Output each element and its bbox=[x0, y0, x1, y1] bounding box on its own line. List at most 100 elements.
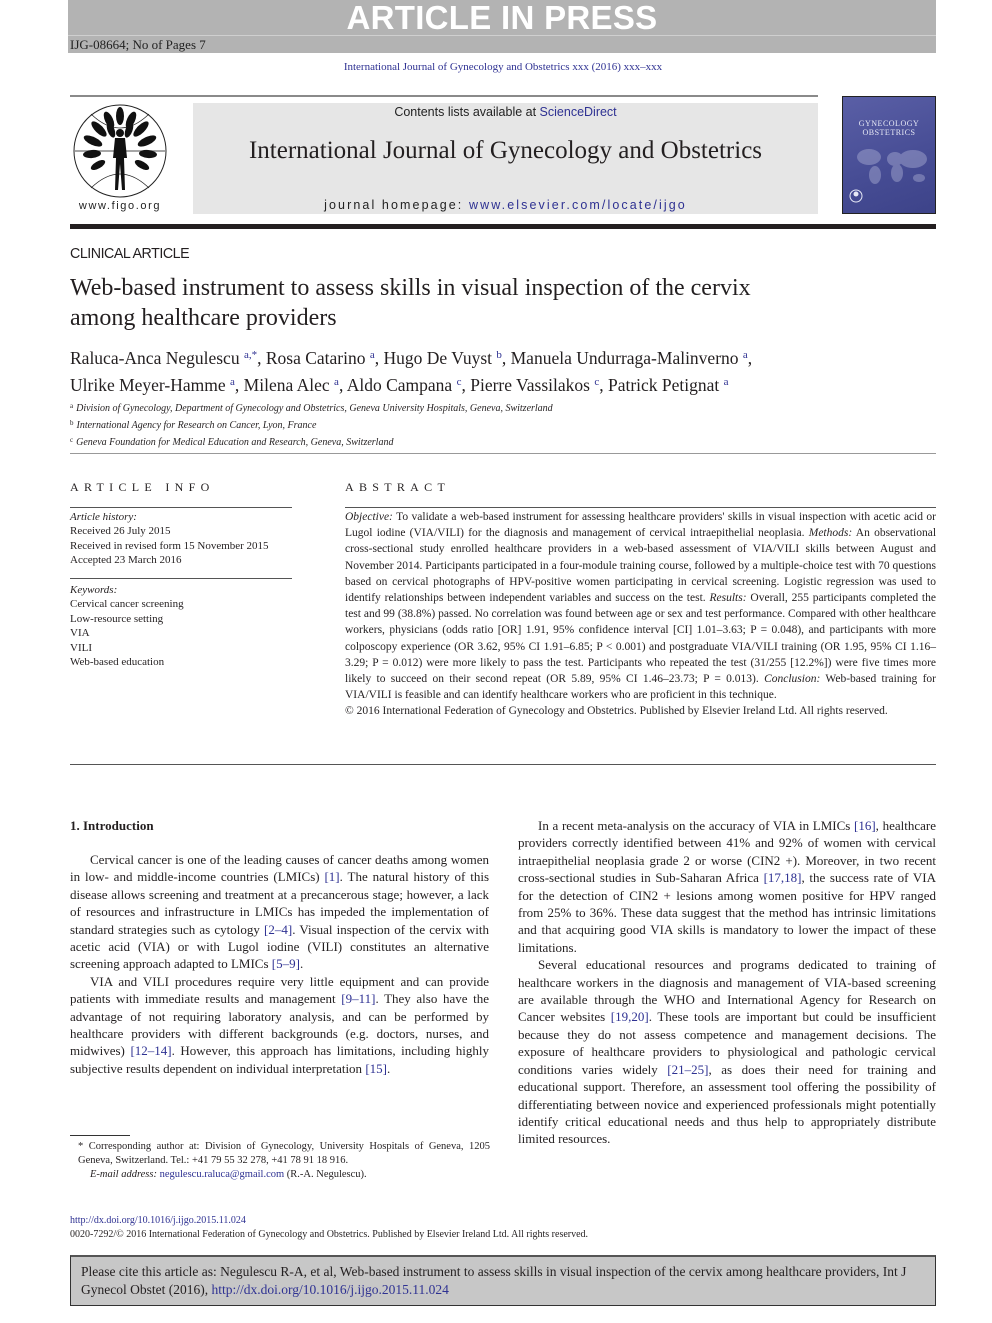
abstract-copyright: © 2016 International Federation of Gynec… bbox=[345, 705, 888, 718]
affiliation-text: Geneva Foundation for Medical Education … bbox=[76, 437, 394, 448]
keyword: Web-based education bbox=[70, 656, 165, 669]
article-title: Web-based instrument to assess skills in… bbox=[70, 273, 830, 333]
cover-title-line1: GYNECOLOGY bbox=[858, 119, 920, 128]
reference-link[interactable]: [17,18] bbox=[764, 870, 802, 885]
affiliation-mark[interactable]: a bbox=[370, 349, 375, 361]
results-text: Overall, 255 participants completed the … bbox=[345, 592, 936, 686]
footnote-rule bbox=[70, 1135, 130, 1136]
reference-link[interactable]: [2–4] bbox=[264, 922, 292, 937]
email-link[interactable]: negulescu.raluca@gmail.com bbox=[160, 1169, 285, 1180]
introduction-heading: 1. Introduction bbox=[70, 818, 154, 833]
homepage-prefix: journal homepage: bbox=[324, 198, 469, 212]
email-line: E-mail address: negulescu.raluca@gmail.c… bbox=[70, 1168, 490, 1182]
corresponding-author: * Corresponding author at: Division of G… bbox=[78, 1141, 490, 1166]
article-history-label: Article history: bbox=[70, 511, 137, 523]
article-history: Article history: Received 26 July 2015 R… bbox=[70, 510, 292, 568]
author-name[interactable]: Hugo De Vuyst bbox=[384, 348, 497, 368]
affiliation-mark[interactable]: a bbox=[724, 376, 729, 388]
history-accepted: Accepted 23 March 2016 bbox=[70, 554, 182, 567]
affiliation-mark[interactable]: a bbox=[230, 376, 235, 388]
reference-link[interactable]: [12–14] bbox=[130, 1043, 171, 1058]
header-rule bbox=[70, 95, 818, 97]
article-in-press-banner: ARTICLE IN PRESS bbox=[68, 0, 936, 36]
journal-cover-thumbnail: GYNECOLOGY OBSTETRICS bbox=[842, 96, 936, 214]
paragraph-text: . bbox=[299, 956, 304, 972]
history-revised: Received in revised form 15 November 201… bbox=[70, 539, 269, 552]
affiliation-mark: a bbox=[70, 402, 74, 410]
world-map-icon bbox=[857, 149, 927, 184]
title-line-2: among healthcare providers bbox=[70, 305, 337, 331]
affiliation-text: International Agency for Research on Can… bbox=[76, 420, 317, 431]
reference-link[interactable]: [5–9] bbox=[272, 956, 300, 971]
citation-text: Please cite this article as: Negulescu R… bbox=[81, 1264, 907, 1297]
keywords-label: Keywords: bbox=[70, 584, 118, 596]
doi-link[interactable]: http://dx.doi.org/10.1016/j.ijgo.2015.11… bbox=[70, 1215, 246, 1226]
affiliations: a Division of Gynecology, Department of G… bbox=[70, 399, 770, 450]
results-label: Results: bbox=[709, 592, 747, 605]
reference-link[interactable]: [1] bbox=[324, 869, 339, 884]
sciencedirect-link[interactable]: ScienceDirect bbox=[540, 105, 617, 119]
abstract-heading: ABSTRACT bbox=[345, 480, 451, 494]
cover-title: GYNECOLOGY OBSTETRICS bbox=[843, 119, 935, 137]
email-suffix: (R.-A. Negulescu). bbox=[284, 1169, 367, 1180]
paragraph: Cervical cancer is one of the leading ca… bbox=[70, 851, 489, 973]
reference-link[interactable]: [19,20] bbox=[611, 1009, 649, 1024]
paragraph: VIA and VILI procedures require very lit… bbox=[70, 973, 489, 1077]
body-column-left: Cervical cancer is one of the leading ca… bbox=[70, 851, 489, 1077]
journal-header-box: Contents lists available at ScienceDirec… bbox=[193, 103, 818, 214]
author-name[interactable]: Rosa Catarino bbox=[266, 348, 370, 368]
abstract-text: Objective: To validate a web-based instr… bbox=[345, 509, 936, 720]
contents-prefix: Contents lists available at bbox=[394, 105, 540, 119]
affiliation-mark[interactable]: c bbox=[457, 376, 462, 388]
affiliation-mark[interactable]: a,* bbox=[244, 349, 257, 361]
abstract-end-rule bbox=[70, 764, 936, 765]
affiliation-mark[interactable]: b bbox=[496, 349, 502, 361]
author-name[interactable]: Raluca-Anca Negulescu bbox=[70, 348, 244, 368]
citation-box: Please cite this article as: Negulescu R… bbox=[70, 1255, 936, 1306]
keywords: Keywords: Cervical cancer screening Low-… bbox=[70, 583, 292, 669]
figo-logo bbox=[70, 102, 170, 214]
affiliation-mark[interactable]: c bbox=[594, 376, 599, 388]
figo-cover-logo-icon bbox=[849, 189, 863, 203]
author-name[interactable]: Patrick Petignat bbox=[608, 375, 724, 395]
manuscript-id: IJG-08664; No of Pages 7 bbox=[68, 35, 936, 53]
reference-link[interactable]: [15] bbox=[365, 1061, 387, 1076]
figo-tree-person-icon bbox=[73, 104, 167, 198]
affiliation-mark: c bbox=[70, 436, 74, 444]
author-name[interactable]: Ulrike Meyer-Hamme bbox=[70, 375, 230, 395]
journal-homepage: journal homepage: www.elsevier.com/locat… bbox=[193, 198, 818, 212]
section-divider bbox=[70, 453, 936, 454]
affiliation-text: Division of Gynecology, Department of Gy… bbox=[76, 403, 553, 414]
figo-url[interactable]: www.figo.org bbox=[70, 200, 170, 212]
reference-link[interactable]: [21–25] bbox=[667, 1062, 708, 1077]
reference-link[interactable]: [9–11] bbox=[341, 991, 375, 1006]
citation-doi-link[interactable]: http://dx.doi.org/10.1016/j.ijgo.2015.11… bbox=[211, 1282, 448, 1297]
contents-line: Contents lists available at ScienceDirec… bbox=[193, 105, 818, 119]
affiliation: c Geneva Foundation for Medical Education… bbox=[70, 433, 770, 450]
objective-label: Objective: bbox=[345, 511, 393, 523]
author-name[interactable]: Aldo Campana bbox=[347, 375, 457, 395]
keywords-rule bbox=[70, 578, 292, 579]
issn-copyright: 0020-7292/© 2016 International Federatio… bbox=[70, 1229, 589, 1240]
affiliation: a Division of Gynecology, Department of G… bbox=[70, 399, 770, 416]
affiliation-mark[interactable]: a bbox=[743, 349, 748, 361]
history-received: Received 26 July 2015 bbox=[70, 525, 171, 538]
affiliation-mark[interactable]: a bbox=[334, 376, 339, 388]
paragraph: Several educational resources and progra… bbox=[518, 956, 936, 1147]
author-name[interactable]: Manuela Undurraga-Malinverno bbox=[511, 348, 743, 368]
homepage-link[interactable]: www.elsevier.com/locate/ijgo bbox=[469, 198, 687, 212]
keyword: Cervical cancer screening bbox=[70, 598, 184, 611]
paragraph-text: In a recent meta-analysis on the accurac… bbox=[538, 818, 854, 833]
body-column-right: In a recent meta-analysis on the accurac… bbox=[518, 817, 936, 1148]
email-label: E-mail address: bbox=[90, 1169, 160, 1180]
author-name[interactable]: Milena Alec bbox=[244, 375, 334, 395]
author-list: Raluca-Anca Negulescu a,*, Rosa Catarino… bbox=[70, 348, 753, 395]
methods-label: Methods: bbox=[808, 527, 853, 540]
affiliation: b International Agency for Research on Ca… bbox=[70, 416, 770, 433]
author-name[interactable]: Pierre Vassilakos bbox=[470, 375, 594, 395]
reference-link[interactable]: [16] bbox=[854, 818, 876, 833]
article-type: CLINICAL ARTICLE bbox=[70, 245, 190, 262]
affiliation-mark: b bbox=[70, 419, 74, 427]
journal-reference[interactable]: International Journal of Gynecology and … bbox=[0, 61, 992, 73]
title-line-1: Web-based instrument to assess skills in… bbox=[70, 275, 751, 301]
